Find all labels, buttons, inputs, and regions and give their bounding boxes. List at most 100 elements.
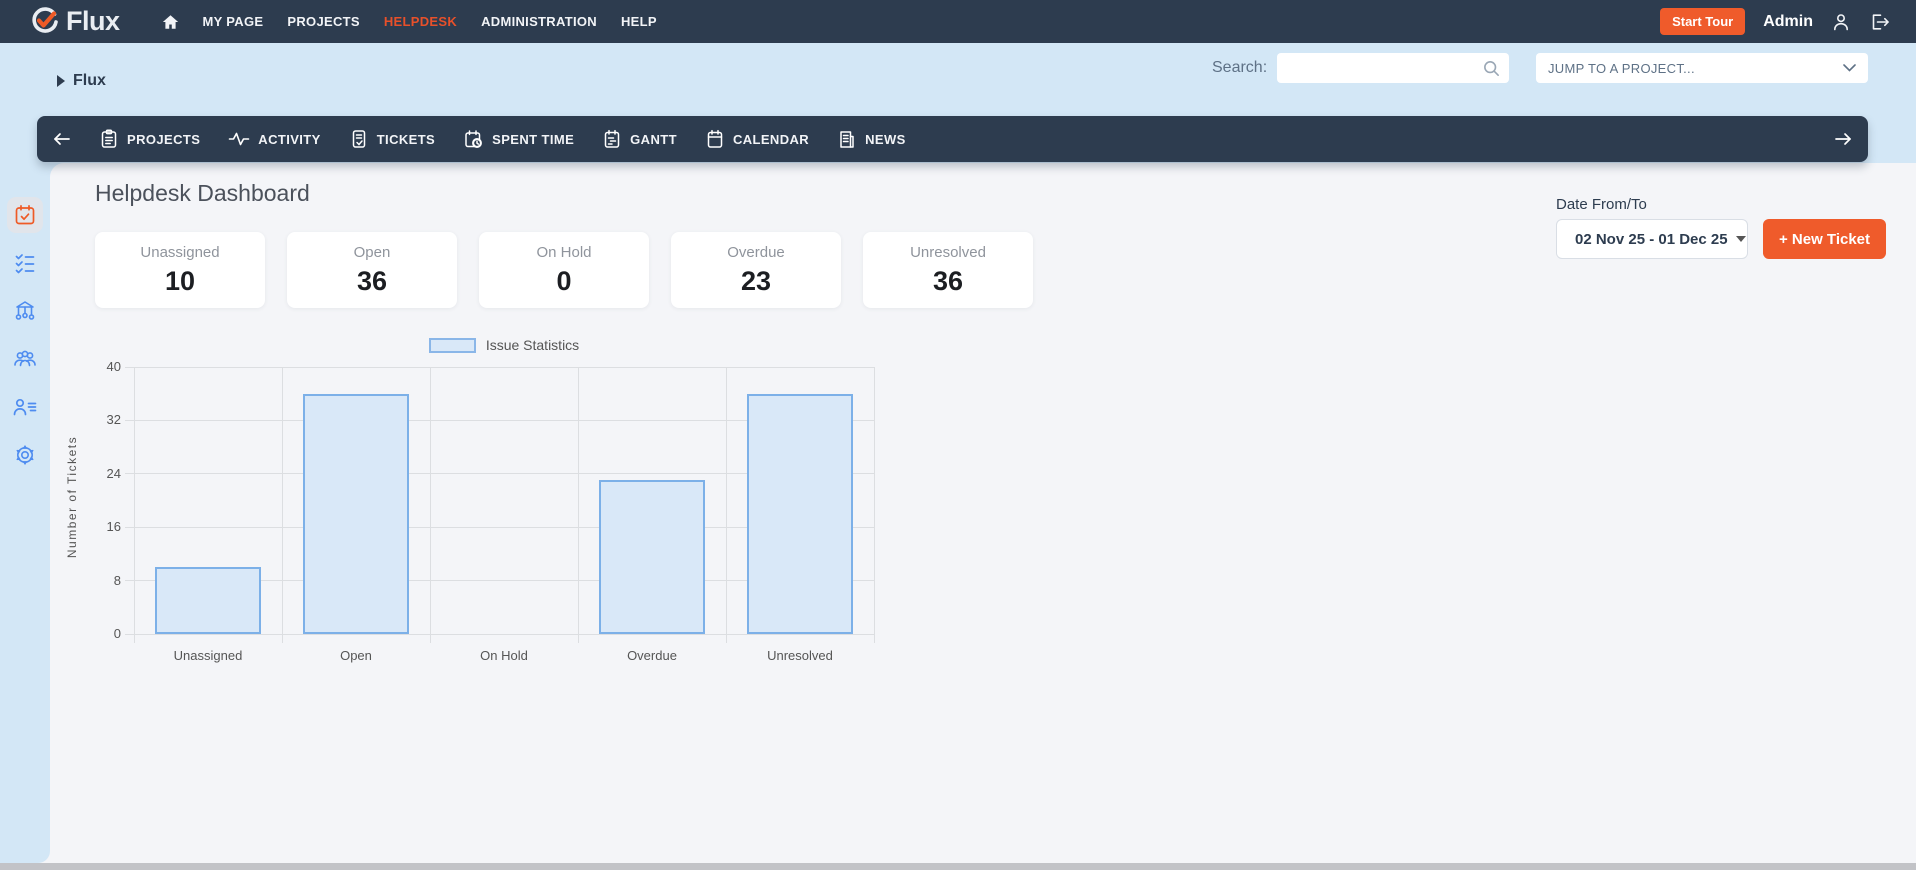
gridline-v	[725, 367, 727, 643]
breadcrumb[interactable]: Flux	[57, 72, 106, 90]
toolbar-item-gantt[interactable]: GANTT	[602, 129, 677, 149]
logout-icon[interactable]	[1869, 12, 1890, 32]
new-ticket-button[interactable]: + New Ticket	[1763, 219, 1887, 259]
nav-help[interactable]: HELP	[621, 14, 657, 29]
gridline-v	[133, 367, 135, 643]
legend-label: Issue Statistics	[485, 337, 580, 353]
toolbar-item-news[interactable]: NEWS	[837, 129, 906, 149]
sidebar-item-groups[interactable]	[7, 341, 43, 377]
nav-administration[interactable]: ADMINISTRATION	[481, 14, 597, 29]
card-overdue: Overdue 23	[671, 232, 841, 308]
y-tick-label: 8	[113, 572, 121, 588]
bar-unresolved	[747, 393, 853, 634]
toolbar-label-tickets: TICKETS	[376, 131, 436, 147]
nav-helpdesk[interactable]: HELPDESK	[384, 14, 457, 29]
card-value: 10	[164, 265, 196, 296]
toolbar-label-gantt: GANTT	[630, 131, 677, 147]
toolbar-label-activity: ACTIVITY	[258, 131, 321, 147]
flux-logo-icon	[32, 6, 58, 33]
search-input[interactable]	[1285, 60, 1482, 76]
contacts-icon	[13, 398, 37, 416]
jump-to-project-value: JUMP TO A PROJECT...	[1548, 60, 1695, 76]
y-tick-label: 16	[106, 519, 121, 535]
toolbar-item-calendar[interactable]: CALENDAR	[705, 129, 809, 149]
toolbar-label-spent-time: SPENT TIME	[492, 131, 575, 147]
nav-my-page[interactable]: MY PAGE	[203, 14, 264, 29]
home-icon[interactable]	[162, 14, 179, 30]
page-title: Helpdesk Dashboard	[95, 180, 310, 206]
card-open: Open 36	[287, 232, 457, 308]
groups-icon	[14, 350, 36, 367]
x-category-label: On Hold	[480, 648, 528, 663]
toolbar-label-projects: PROJECTS	[127, 131, 201, 147]
card-value: 36	[356, 265, 388, 296]
y-tick-label: 40	[106, 359, 121, 374]
sidebar-item-helpdesk-dashboard[interactable]	[7, 197, 43, 233]
hub-icon	[15, 301, 35, 320]
logo-text: Flux	[66, 6, 120, 36]
nav-projects[interactable]: PROJECTS	[287, 14, 359, 29]
date-range-picker[interactable]: 02 Nov 25 - 01 Dec 25	[1556, 219, 1748, 259]
scroll-left-icon[interactable]	[53, 132, 71, 146]
bar-open	[303, 393, 409, 634]
chart-legend: Issue Statistics	[134, 337, 874, 353]
current-user[interactable]: Admin	[1763, 13, 1813, 31]
bar-overdue	[599, 480, 705, 634]
toolbar-item-tickets[interactable]: TICKETS	[349, 129, 435, 149]
card-unresolved: Unresolved 36	[863, 232, 1033, 308]
bar-unassigned	[155, 567, 261, 634]
user-icon[interactable]	[1831, 12, 1851, 32]
toolbar-item-spent-time[interactable]: SPENT TIME	[463, 129, 574, 149]
date-range-value: 02 Nov 25 - 01 Dec 25	[1575, 230, 1728, 248]
flux-logo[interactable]: Flux	[30, 6, 120, 37]
breadcrumb-label: Flux	[73, 72, 106, 89]
y-tick-label: 24	[106, 465, 121, 481]
x-category-label: Unresolved	[767, 648, 833, 663]
chevron-down-icon	[1843, 64, 1856, 72]
sidebar-item-tasks[interactable]	[7, 245, 43, 281]
sidebar-item-hub[interactable]	[7, 293, 43, 329]
gridline-v	[873, 367, 875, 643]
gridline-v	[577, 367, 579, 643]
card-value: 36	[932, 265, 964, 296]
toolbar-item-projects[interactable]: PROJECTS	[99, 129, 200, 149]
y-tick-label: 32	[106, 412, 121, 428]
gridline-v	[281, 367, 283, 643]
x-category-label: Unassigned	[173, 648, 243, 663]
tickets-icon	[352, 130, 365, 148]
module-toolbar: PROJECTS ACTIVITY TICKETS SPENT TIME GAN…	[37, 116, 1868, 162]
toolbar-label-calendar: CALENDAR	[732, 131, 810, 147]
main-content: Helpdesk Dashboard Date From/To 02 Nov 2…	[50, 163, 1916, 863]
helpdesk-dashboard-icon	[15, 204, 35, 225]
card-value: 0	[556, 265, 572, 296]
card-unassigned: Unassigned 10	[95, 232, 265, 308]
breadcrumb-caret-icon	[57, 75, 65, 87]
horizontal-scrollbar[interactable]	[0, 863, 1916, 870]
scroll-right-icon[interactable]	[1834, 132, 1852, 146]
x-category-label: Overdue	[627, 648, 677, 663]
search-label: Search:	[1212, 59, 1268, 76]
spent-time-icon	[465, 130, 483, 148]
card-label: Overdue	[727, 243, 785, 261]
sidebar-item-contacts[interactable]	[7, 389, 43, 425]
gridline-v	[429, 367, 431, 643]
top-navigation-bar: Flux MY PAGE PROJECTS HELPDESK ADMINISTR…	[0, 0, 1916, 43]
card-on-hold: On Hold 0	[479, 232, 649, 308]
sidebar-item-settings[interactable]	[7, 437, 43, 473]
card-label: Unresolved	[910, 243, 986, 261]
x-category-label: Open	[340, 648, 372, 663]
date-range-label: Date From/To	[1556, 196, 1647, 213]
toolbar-item-activity[interactable]: ACTIVITY	[228, 129, 320, 149]
toolbar-label-news: NEWS	[865, 131, 906, 147]
app-window: Flux MY PAGE PROJECTS HELPDESK ADMINISTR…	[0, 0, 1916, 870]
card-label: Unassigned	[140, 243, 220, 261]
legend-swatch	[428, 337, 476, 353]
card-value: 23	[740, 265, 772, 296]
gantt-icon	[604, 129, 620, 148]
calendar-icon	[707, 129, 723, 148]
start-tour-button[interactable]: Start Tour	[1660, 8, 1746, 35]
projects-icon	[101, 129, 117, 148]
jump-to-project-select[interactable]: JUMP TO A PROJECT...	[1536, 53, 1868, 83]
gridline-h	[125, 366, 874, 368]
activity-icon	[228, 132, 250, 146]
